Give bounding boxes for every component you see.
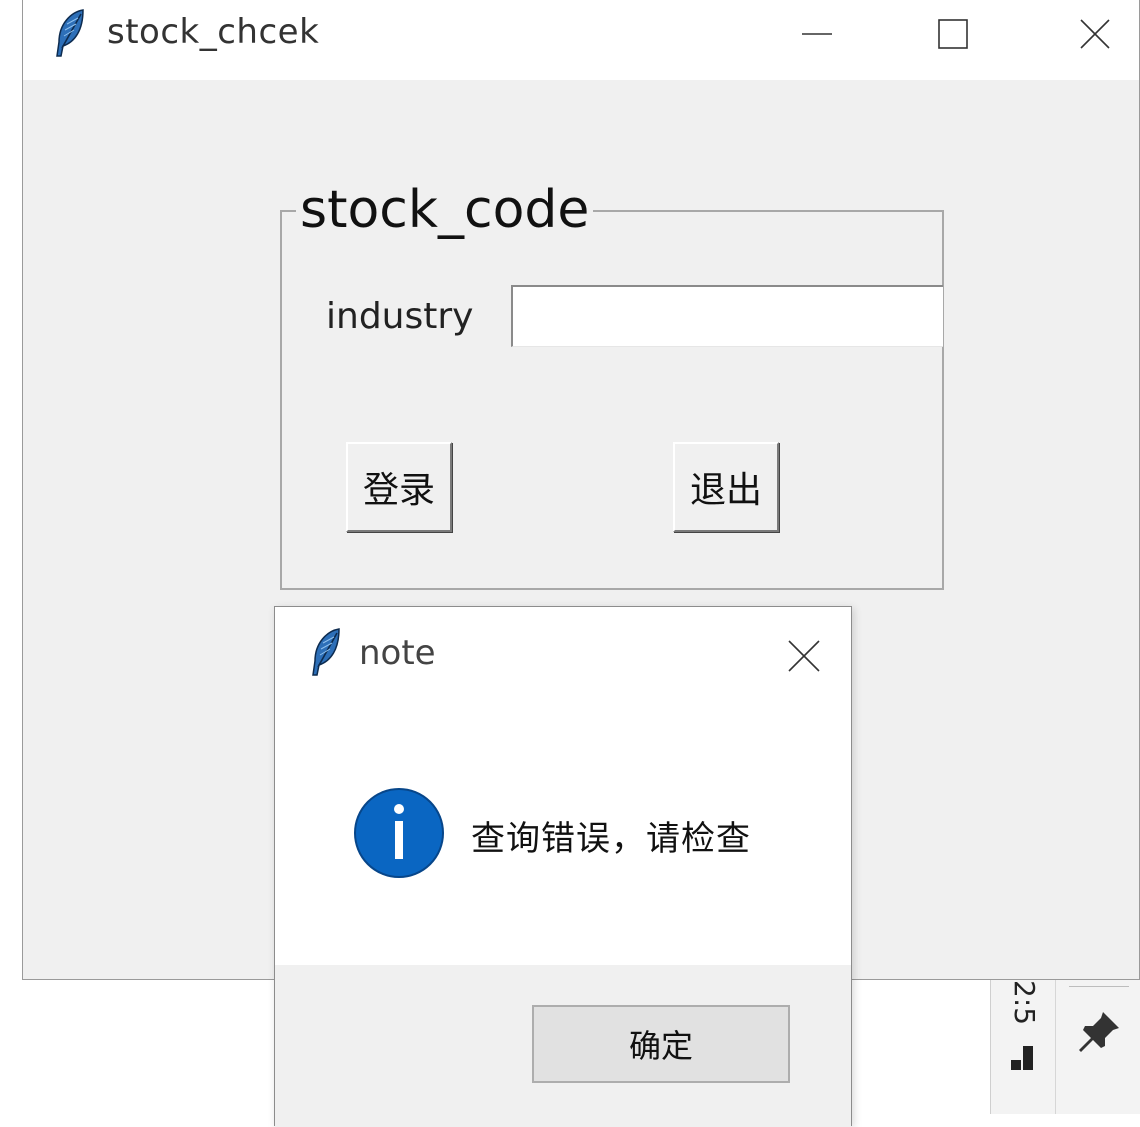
dialog-feather-icon xyxy=(312,628,340,676)
maximize-icon[interactable] xyxy=(923,10,983,58)
login-button[interactable]: 登录 xyxy=(346,442,452,532)
stock-code-frame: stock_code industry 登录 退出 xyxy=(280,182,944,590)
background-side-panel: 2:5 xyxy=(990,980,1140,1114)
background-clock-text: 2:5 xyxy=(1008,980,1041,1026)
close-icon[interactable] xyxy=(1065,10,1125,58)
industry-input[interactable] xyxy=(511,285,943,347)
frame-title: stock_code xyxy=(296,182,594,238)
window-title: stock_chcek xyxy=(107,12,320,52)
desktop-left-strip xyxy=(0,0,22,1114)
main-titlebar[interactable]: stock_chcek xyxy=(23,0,1139,80)
pin-icon[interactable] xyxy=(1075,1008,1123,1056)
dialog-message: 查询错误，请检查 xyxy=(471,819,751,859)
feather-icon xyxy=(56,9,84,57)
ok-button[interactable]: 确定 xyxy=(532,1005,790,1083)
dialog-footer: 确定 xyxy=(275,965,851,1127)
note-dialog: note 查询错误，请检查 确定 xyxy=(274,606,852,1127)
exit-button[interactable]: 退出 xyxy=(673,442,779,532)
industry-label: industry xyxy=(326,296,474,337)
panel-separator xyxy=(1069,986,1129,987)
panel-divider xyxy=(1055,980,1056,1114)
dialog-close-icon[interactable] xyxy=(781,633,825,677)
minimize-icon[interactable] xyxy=(786,10,846,58)
info-icon xyxy=(354,788,444,878)
dialog-title: note xyxy=(359,633,436,673)
